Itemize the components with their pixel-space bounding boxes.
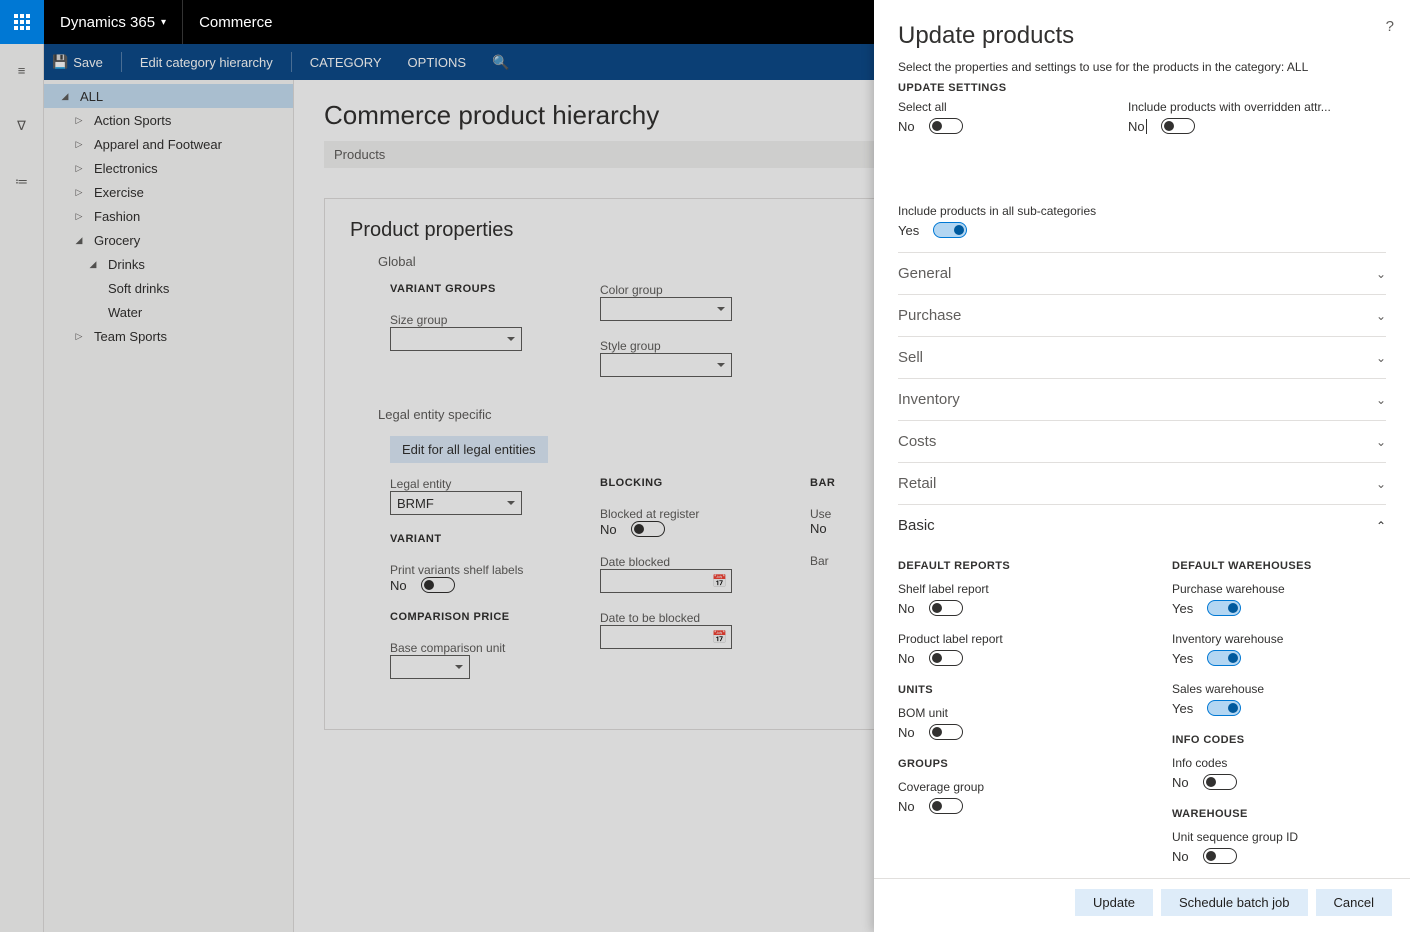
flyout-header: Update products — [874, 0, 1410, 60]
accordion: General ⌄ Purchase ⌄ Sell ⌄ Inventory ⌄ Cost… — [898, 252, 1386, 878]
groups-heading: GROUPS — [898, 758, 1112, 770]
update-products-flyout: ? Update products Select the properties … — [874, 0, 1410, 932]
section-retail[interactable]: Retail ⌄ — [898, 463, 1386, 505]
shelf-label-report-value: No — [898, 601, 915, 616]
sales-warehouse-label: Sales warehouse — [1172, 682, 1386, 696]
section-label: Purchase — [898, 307, 961, 324]
help-button[interactable]: ? — [1386, 18, 1394, 35]
basic-content: DEFAULT REPORTS Shelf label report No Pr… — [898, 546, 1386, 878]
inventory-warehouse-label: Inventory warehouse — [1172, 632, 1386, 646]
section-basic[interactable]: Basic ⌃ — [898, 505, 1386, 546]
default-reports-heading: DEFAULT REPORTS — [898, 560, 1112, 572]
select-all-label: Select all — [898, 100, 1068, 114]
module-name[interactable]: Commerce — [183, 14, 288, 31]
inventory-warehouse-value: Yes — [1172, 651, 1193, 666]
select-all-toggle[interactable] — [929, 118, 963, 134]
chevron-down-icon: ⌄ — [1376, 309, 1386, 323]
section-general[interactable]: General ⌄ — [898, 253, 1386, 295]
cancel-button[interactable]: Cancel — [1316, 889, 1392, 916]
purchase-warehouse-label: Purchase warehouse — [1172, 582, 1386, 596]
select-all-value: No — [898, 119, 915, 134]
coverage-group-value: No — [898, 799, 915, 814]
info-codes-heading: INFO CODES — [1172, 734, 1386, 746]
bom-unit-toggle[interactable] — [929, 724, 963, 740]
section-label: Basic — [898, 517, 935, 534]
info-codes-toggle[interactable] — [1203, 774, 1237, 790]
flyout-instruction: Select the properties and settings to us… — [898, 60, 1386, 74]
section-label: General — [898, 265, 951, 282]
bom-unit-label: BOM unit — [898, 706, 1112, 720]
include-subcats-label: Include products in all sub-categories — [898, 204, 1096, 218]
section-label: Retail — [898, 475, 936, 492]
warehouse-heading: WAREHOUSE — [1172, 808, 1386, 820]
info-codes-label: Info codes — [1172, 756, 1386, 770]
app-name-label: Dynamics 365 — [60, 14, 155, 31]
purchase-warehouse-value: Yes — [1172, 601, 1193, 616]
section-sell[interactable]: Sell ⌄ — [898, 337, 1386, 379]
bom-unit-value: No — [898, 725, 915, 740]
include-subcats-value: Yes — [898, 223, 919, 238]
section-inventory[interactable]: Inventory ⌄ — [898, 379, 1386, 421]
product-label-report-value: No — [898, 651, 915, 666]
product-label-report-label: Product label report — [898, 632, 1112, 646]
shelf-label-report-label: Shelf label report — [898, 582, 1112, 596]
flyout-title: Update products — [898, 22, 1386, 50]
waffle-icon — [14, 14, 30, 30]
app-name-dropdown[interactable]: Dynamics 365 ▾ — [44, 0, 183, 44]
help-icon: ? — [1386, 18, 1394, 35]
purchase-warehouse-toggle[interactable] — [1207, 600, 1241, 616]
chevron-down-icon: ⌄ — [1376, 351, 1386, 365]
app-launcher-button[interactable] — [0, 0, 44, 44]
include-overridden-label: Include products with overridden attr... — [1128, 100, 1331, 114]
update-button[interactable]: Update — [1075, 889, 1153, 916]
product-label-report-toggle[interactable] — [929, 650, 963, 666]
section-purchase[interactable]: Purchase ⌄ — [898, 295, 1386, 337]
chevron-down-icon: ⌄ — [1376, 267, 1386, 281]
flyout-body: Select the properties and settings to us… — [874, 60, 1410, 878]
sales-warehouse-toggle[interactable] — [1207, 700, 1241, 716]
chevron-down-icon: ⌄ — [1376, 393, 1386, 407]
include-subcats-toggle[interactable] — [933, 222, 967, 238]
chevron-up-icon: ⌃ — [1376, 519, 1386, 533]
chevron-down-icon: ⌄ — [1376, 435, 1386, 449]
schedule-batch-job-button[interactable]: Schedule batch job — [1161, 889, 1308, 916]
coverage-group-label: Coverage group — [898, 780, 1112, 794]
section-costs[interactable]: Costs ⌄ — [898, 421, 1386, 463]
default-warehouses-heading: DEFAULT WAREHOUSES — [1172, 560, 1386, 572]
coverage-group-toggle[interactable] — [929, 798, 963, 814]
unit-sequence-toggle[interactable] — [1203, 848, 1237, 864]
sales-warehouse-value: Yes — [1172, 701, 1193, 716]
include-overridden-toggle[interactable] — [1161, 118, 1195, 134]
include-overridden-value: No — [1128, 119, 1147, 134]
flyout-footer: Update Schedule batch job Cancel — [874, 878, 1410, 932]
update-settings-heading: UPDATE SETTINGS — [898, 82, 1386, 94]
section-label: Inventory — [898, 391, 960, 408]
shelf-label-report-toggle[interactable] — [929, 600, 963, 616]
info-codes-value: No — [1172, 775, 1189, 790]
chevron-down-icon: ⌄ — [1376, 477, 1386, 491]
inventory-warehouse-toggle[interactable] — [1207, 650, 1241, 666]
section-label: Sell — [898, 349, 923, 366]
unit-sequence-label: Unit sequence group ID — [1172, 830, 1386, 844]
section-label: Costs — [898, 433, 936, 450]
chevron-down-icon: ▾ — [161, 17, 166, 28]
units-heading: UNITS — [898, 684, 1112, 696]
unit-sequence-value: No — [1172, 849, 1189, 864]
